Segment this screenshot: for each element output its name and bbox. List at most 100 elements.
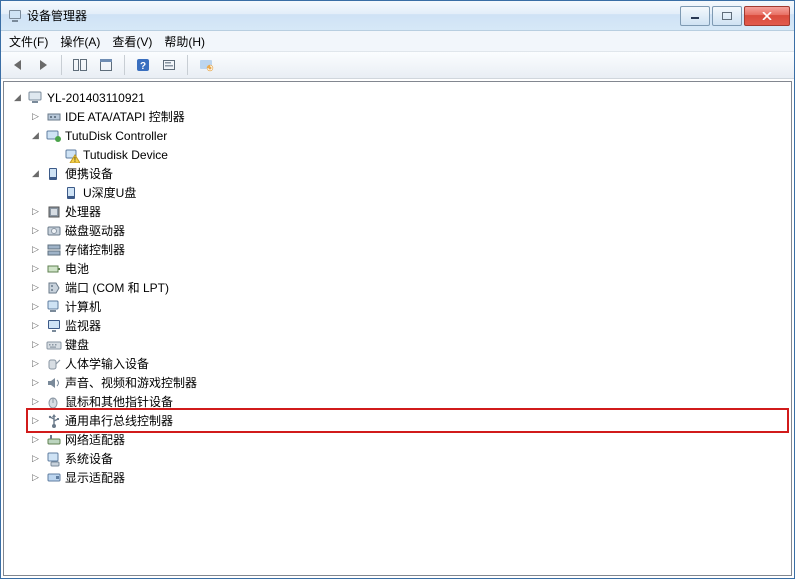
properties-button[interactable] xyxy=(94,53,118,77)
collapse-icon[interactable]: ◢ xyxy=(12,92,23,103)
tree-item-label: IDE ATA/ATAPI 控制器 xyxy=(65,108,185,125)
battery-icon xyxy=(46,261,62,277)
portable-device-icon xyxy=(64,185,80,201)
disk-icon xyxy=(46,223,62,239)
window-title: 设备管理器 xyxy=(27,7,87,24)
maximize-button[interactable] xyxy=(712,6,742,26)
tree-item-network[interactable]: ▷ 网络适配器 xyxy=(28,430,789,449)
tree-item-label: 声音、视频和游戏控制器 xyxy=(65,374,197,391)
scan-button[interactable] xyxy=(157,53,181,77)
collapse-icon[interactable]: ◢ xyxy=(30,130,41,141)
toolbar: ? xyxy=(1,51,794,79)
tree-item-hid[interactable]: ▷人体学输入设备 xyxy=(28,354,789,373)
tree-item-tutudisk-device[interactable]: ▷!Tutudisk Device xyxy=(46,145,789,164)
collapse-icon[interactable]: ◢ xyxy=(30,168,41,179)
minimize-button[interactable] xyxy=(680,6,710,26)
svg-text:!: ! xyxy=(74,157,76,163)
tree-item-label: 电池 xyxy=(65,260,89,277)
tree-item-diskdrives[interactable]: ▷ 磁盘驱动器 xyxy=(28,221,789,240)
tree-item-label: 键盘 xyxy=(65,336,89,353)
menubar: 文件(F) 操作(A) 查看(V) 帮助(H) xyxy=(1,31,794,51)
tree-item-label: 处理器 xyxy=(65,203,101,220)
tree-item-ports[interactable]: ▷ 端口 (COM 和 LPT) xyxy=(28,278,789,297)
tree-item-label: TutuDisk Controller xyxy=(65,129,167,143)
expand-icon[interactable]: ▷ xyxy=(30,396,41,407)
svg-text:?: ? xyxy=(140,61,146,72)
expand-icon[interactable]: ▷ xyxy=(30,282,41,293)
system-icon xyxy=(46,451,62,467)
separator xyxy=(124,55,125,75)
nav-back-button[interactable] xyxy=(5,53,29,77)
tree-item-tutudisk[interactable]: ◢ TutuDisk Controller xyxy=(28,126,789,145)
sound-icon xyxy=(46,375,62,391)
expand-icon[interactable]: ▷ xyxy=(30,358,41,369)
tree-item-battery[interactable]: ▷ 电池 xyxy=(28,259,789,278)
titlebar: 设备管理器 xyxy=(1,1,794,31)
tree-item-cpu[interactable]: ▷ 处理器 xyxy=(28,202,789,221)
tree-item-computer[interactable]: ▷ 计算机 xyxy=(28,297,789,316)
tree-pane[interactable]: ◢ YL-201403110921 ▷ IDE ATA/ATAPI 控制器 ◢ Tu… xyxy=(3,81,792,576)
show-hide-tree-button[interactable] xyxy=(68,53,92,77)
menu-help[interactable]: 帮助(H) xyxy=(164,33,205,50)
expand-icon[interactable]: ▷ xyxy=(30,415,41,426)
nav-forward-button[interactable] xyxy=(31,53,55,77)
controller-icon xyxy=(46,109,62,125)
refresh-button[interactable] xyxy=(194,53,218,77)
help-button[interactable]: ? xyxy=(131,53,155,77)
tree-item-label: 便携设备 xyxy=(65,165,113,182)
tree-item-label: 计算机 xyxy=(65,298,101,315)
tree-item-label: 监视器 xyxy=(65,317,101,334)
hid-icon xyxy=(46,356,62,372)
expand-icon[interactable]: ▷ xyxy=(30,301,41,312)
tree-item-sound[interactable]: ▷ 声音、视频和游戏控制器 xyxy=(28,373,789,392)
tree-item-label: U深度U盘 xyxy=(83,184,136,201)
tree-item-label: 磁盘驱动器 xyxy=(65,222,125,239)
app-icon xyxy=(7,8,23,24)
tree-item-label: 端口 (COM 和 LPT) xyxy=(65,279,169,296)
expand-icon[interactable]: ▷ xyxy=(30,263,41,274)
expand-icon[interactable]: ▷ xyxy=(30,244,41,255)
tree-root-label: YL-201403110921 xyxy=(47,91,145,105)
tree-item-label: 通用串行总线控制器 xyxy=(65,412,173,429)
tree-item-storage[interactable]: ▷ 存储控制器 xyxy=(28,240,789,259)
expand-icon[interactable]: ▷ xyxy=(30,320,41,331)
cpu-icon xyxy=(46,204,62,220)
device-warning-icon: ! xyxy=(64,147,80,163)
tree-item-monitor[interactable]: ▷ 监视器 xyxy=(28,316,789,335)
close-button[interactable] xyxy=(744,6,790,26)
tree-item-udisk[interactable]: ▷U深度U盘 xyxy=(46,183,789,202)
tree-item-display[interactable]: ▷ 显示适配器 xyxy=(28,468,789,487)
expand-icon[interactable]: ▷ xyxy=(30,206,41,217)
separator xyxy=(61,55,62,75)
tree-item-keyboard[interactable]: ▷ 键盘 xyxy=(28,335,789,354)
network-icon xyxy=(46,432,62,448)
keyboard-icon xyxy=(46,337,62,353)
tree-root[interactable]: ◢ YL-201403110921 xyxy=(10,88,789,107)
display-adapter-icon xyxy=(46,470,62,486)
monitor-icon xyxy=(46,318,62,334)
tree-item-label: 系统设备 xyxy=(65,450,113,467)
expand-icon[interactable]: ▷ xyxy=(30,111,41,122)
menu-view[interactable]: 查看(V) xyxy=(112,33,152,50)
menu-file[interactable]: 文件(F) xyxy=(9,33,48,50)
separator xyxy=(187,55,188,75)
tree-item-label: 显示适配器 xyxy=(65,469,125,486)
computer-icon xyxy=(28,90,44,106)
tree-item-label: Tutudisk Device xyxy=(83,148,168,162)
expand-icon[interactable]: ▷ xyxy=(30,453,41,464)
computer-icon xyxy=(46,299,62,315)
tree-item-ide[interactable]: ▷ IDE ATA/ATAPI 控制器 xyxy=(28,107,789,126)
expand-icon[interactable]: ▷ xyxy=(30,339,41,350)
expand-icon[interactable]: ▷ xyxy=(30,377,41,388)
expand-icon[interactable]: ▷ xyxy=(30,225,41,236)
storage-controller-icon xyxy=(46,242,62,258)
menu-action[interactable]: 操作(A) xyxy=(60,33,100,50)
expand-icon[interactable]: ▷ xyxy=(30,434,41,445)
tree-item-portable[interactable]: ◢ 便携设备 xyxy=(28,164,789,183)
disk-controller-icon xyxy=(46,128,62,144)
tree-item-label: 网络适配器 xyxy=(65,431,125,448)
tree-item-system[interactable]: ▷ 系统设备 xyxy=(28,449,789,468)
port-icon xyxy=(46,280,62,296)
expand-icon[interactable]: ▷ xyxy=(30,472,41,483)
tree-item-label: 存储控制器 xyxy=(65,241,125,258)
